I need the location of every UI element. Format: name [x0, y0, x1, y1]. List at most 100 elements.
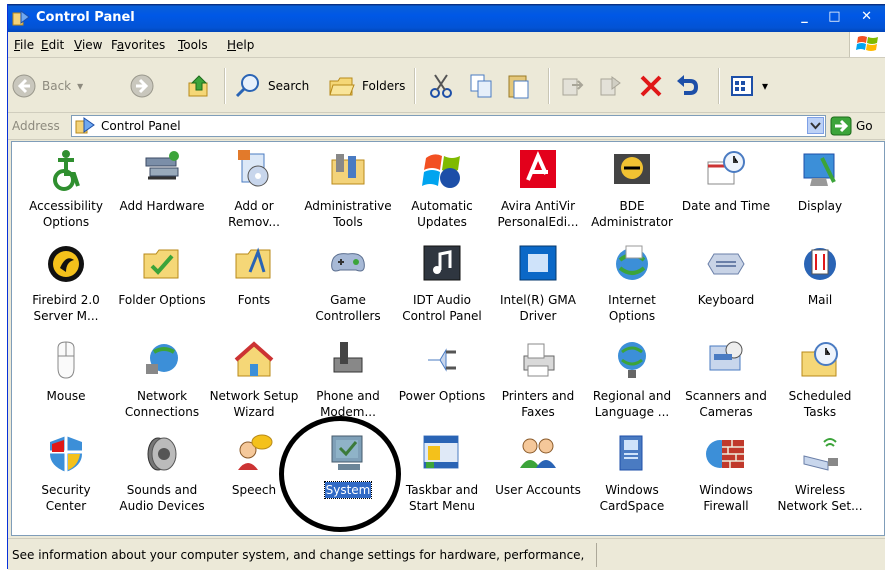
cp-item-printers-faxes[interactable]: Printers and Faxes	[492, 338, 584, 420]
copy-to-button[interactable]	[598, 71, 624, 101]
menu-view[interactable]: View	[74, 38, 102, 52]
undo-button[interactable]	[674, 71, 700, 101]
bde-administrator-icon	[614, 154, 650, 184]
cp-item-bde-administrator[interactable]: BDE Administrator	[586, 148, 678, 230]
cp-item-label: Mouse	[46, 389, 86, 403]
address-dropdown-icon[interactable]	[807, 117, 824, 134]
go-label: Go	[856, 119, 873, 133]
automatic-updates-icon	[422, 154, 460, 188]
cp-item-label: Network Setup Wizard	[209, 389, 299, 419]
menu-help[interactable]: Help	[227, 38, 254, 52]
search-label: Search	[268, 79, 310, 93]
copy-button[interactable]	[468, 71, 494, 101]
menu-favorites[interactable]: Favorites	[111, 38, 165, 52]
toolbar-separator	[414, 68, 416, 104]
title-bar[interactable]: Control Panel _ □ ✕	[8, 4, 885, 32]
cp-item-network-setup[interactable]: Network Setup Wizard	[208, 338, 300, 420]
phone-modem-icon	[333, 342, 363, 373]
cp-item-add-remove-programs[interactable]: Add or Remov...	[208, 148, 300, 230]
cp-item-fonts[interactable]: Fonts	[208, 242, 300, 308]
display-icon	[803, 153, 836, 186]
cut-button[interactable]	[428, 71, 454, 101]
cp-item-accessibility[interactable]: Accessibility Options	[20, 148, 112, 230]
cp-item-firebird[interactable]: Firebird 2.0 Server M...	[20, 242, 112, 324]
forward-button[interactable]	[130, 71, 154, 101]
fonts-icon	[235, 247, 271, 279]
cp-item-administrative-tools[interactable]: Administrative Tools	[302, 148, 394, 230]
speech-icon	[238, 434, 273, 470]
cp-item-date-time[interactable]: Date and Time	[680, 148, 772, 214]
cp-item-user-accounts[interactable]: User Accounts	[492, 432, 584, 498]
add-hardware-icon	[145, 151, 179, 180]
cp-item-label: Fonts	[237, 293, 271, 307]
cp-item-intel-gma[interactable]: Intel(R) GMA Driver	[492, 242, 584, 324]
cp-item-power-options[interactable]: Power Options	[396, 338, 488, 404]
forward-arrow-icon	[130, 74, 154, 98]
views-dropdown-icon[interactable]: ▾	[762, 79, 768, 93]
network-setup-icon	[234, 341, 274, 377]
up-folder-button[interactable]	[186, 71, 212, 101]
delete-button[interactable]	[638, 71, 664, 101]
cp-item-keyboard[interactable]: Keyboard	[680, 242, 772, 308]
cp-item-cardspace[interactable]: Windows CardSpace	[586, 432, 678, 514]
cp-item-label: Keyboard	[697, 293, 755, 307]
cp-item-mouse[interactable]: Mouse	[20, 338, 112, 404]
menu-tools[interactable]: Tools	[178, 38, 208, 52]
folders-button[interactable]: Folders	[328, 71, 405, 101]
cp-item-avira[interactable]: Avira AntiVir PersonalEdi...	[492, 148, 584, 230]
cardspace-icon	[619, 435, 643, 471]
search-button[interactable]: Search	[234, 71, 309, 101]
cp-item-firewall[interactable]: Windows Firewall	[680, 432, 772, 514]
firewall-icon	[706, 440, 744, 468]
cp-item-label: Scanners and Cameras	[685, 389, 767, 419]
accessibility-icon	[53, 150, 80, 191]
security-center-icon	[50, 436, 82, 472]
cp-item-automatic-updates[interactable]: Automatic Updates	[396, 148, 488, 230]
status-text: See information about your computer syst…	[12, 548, 585, 562]
cp-item-mail[interactable]: Mail	[774, 242, 866, 308]
cp-item-phone-modem[interactable]: Phone and Modem...	[302, 338, 394, 420]
date-time-icon	[707, 151, 745, 185]
paste-button[interactable]	[506, 71, 532, 101]
avira-icon	[520, 150, 556, 188]
delete-icon	[640, 75, 662, 97]
scheduled-tasks-icon	[801, 342, 838, 377]
menu-file[interactable]: File	[14, 38, 34, 52]
menu-edit[interactable]: Edit	[41, 38, 64, 52]
menu-bar: File Edit View Favorites Tools Help	[8, 32, 885, 58]
go-arrow-icon	[830, 116, 852, 136]
cp-item-folder-options[interactable]: Folder Options	[116, 242, 208, 308]
cp-item-wireless-network[interactable]: Wireless Network Set...	[774, 432, 866, 514]
cp-item-label: BDE Administrator	[591, 199, 673, 229]
keyboard-icon	[707, 253, 745, 275]
cp-item-idt-audio[interactable]: IDT Audio Control Panel	[396, 242, 488, 324]
back-label: Back	[42, 79, 72, 93]
cut-icon	[430, 74, 452, 98]
cp-item-game-controllers[interactable]: Game Controllers	[302, 242, 394, 324]
back-button[interactable]: Back ▾	[12, 71, 83, 101]
game-controllers-icon	[331, 253, 365, 272]
cp-item-network-connections[interactable]: Network Connections	[116, 338, 208, 420]
cp-item-taskbar-start-menu[interactable]: Taskbar and Start Menu	[396, 432, 488, 514]
address-input[interactable]: Control Panel	[71, 115, 826, 137]
cp-item-add-hardware[interactable]: Add Hardware	[116, 148, 208, 214]
cp-item-internet-options[interactable]: Internet Options	[586, 242, 678, 324]
back-dropdown-icon[interactable]: ▾	[77, 79, 83, 93]
cp-item-sounds-audio[interactable]: Sounds and Audio Devices	[116, 432, 208, 514]
cp-item-scanners-cameras[interactable]: Scanners and Cameras	[680, 338, 772, 420]
cp-item-security-center[interactable]: Security Center	[20, 432, 112, 514]
cp-item-display[interactable]: Display	[774, 148, 866, 214]
cp-item-regional-language[interactable]: Regional and Language ...	[586, 338, 678, 420]
windows-logo-icon	[849, 32, 885, 57]
views-button[interactable]: ▾	[730, 71, 768, 101]
go-button[interactable]: Go	[830, 116, 873, 136]
cp-item-scheduled-tasks[interactable]: Scheduled Tasks	[774, 338, 866, 420]
window-buttons[interactable]: _ □ ✕	[801, 9, 880, 24]
window-title: Control Panel	[36, 10, 135, 25]
cp-item-label: Internet Options	[608, 293, 656, 323]
folder-options-icon	[143, 249, 179, 279]
move-to-button[interactable]	[560, 71, 586, 101]
up-folder-icon	[188, 75, 208, 97]
cp-item-label: Automatic Updates	[411, 199, 473, 229]
control-panel-window: Control Panel _ □ ✕ File Edit View Favor…	[7, 4, 885, 570]
